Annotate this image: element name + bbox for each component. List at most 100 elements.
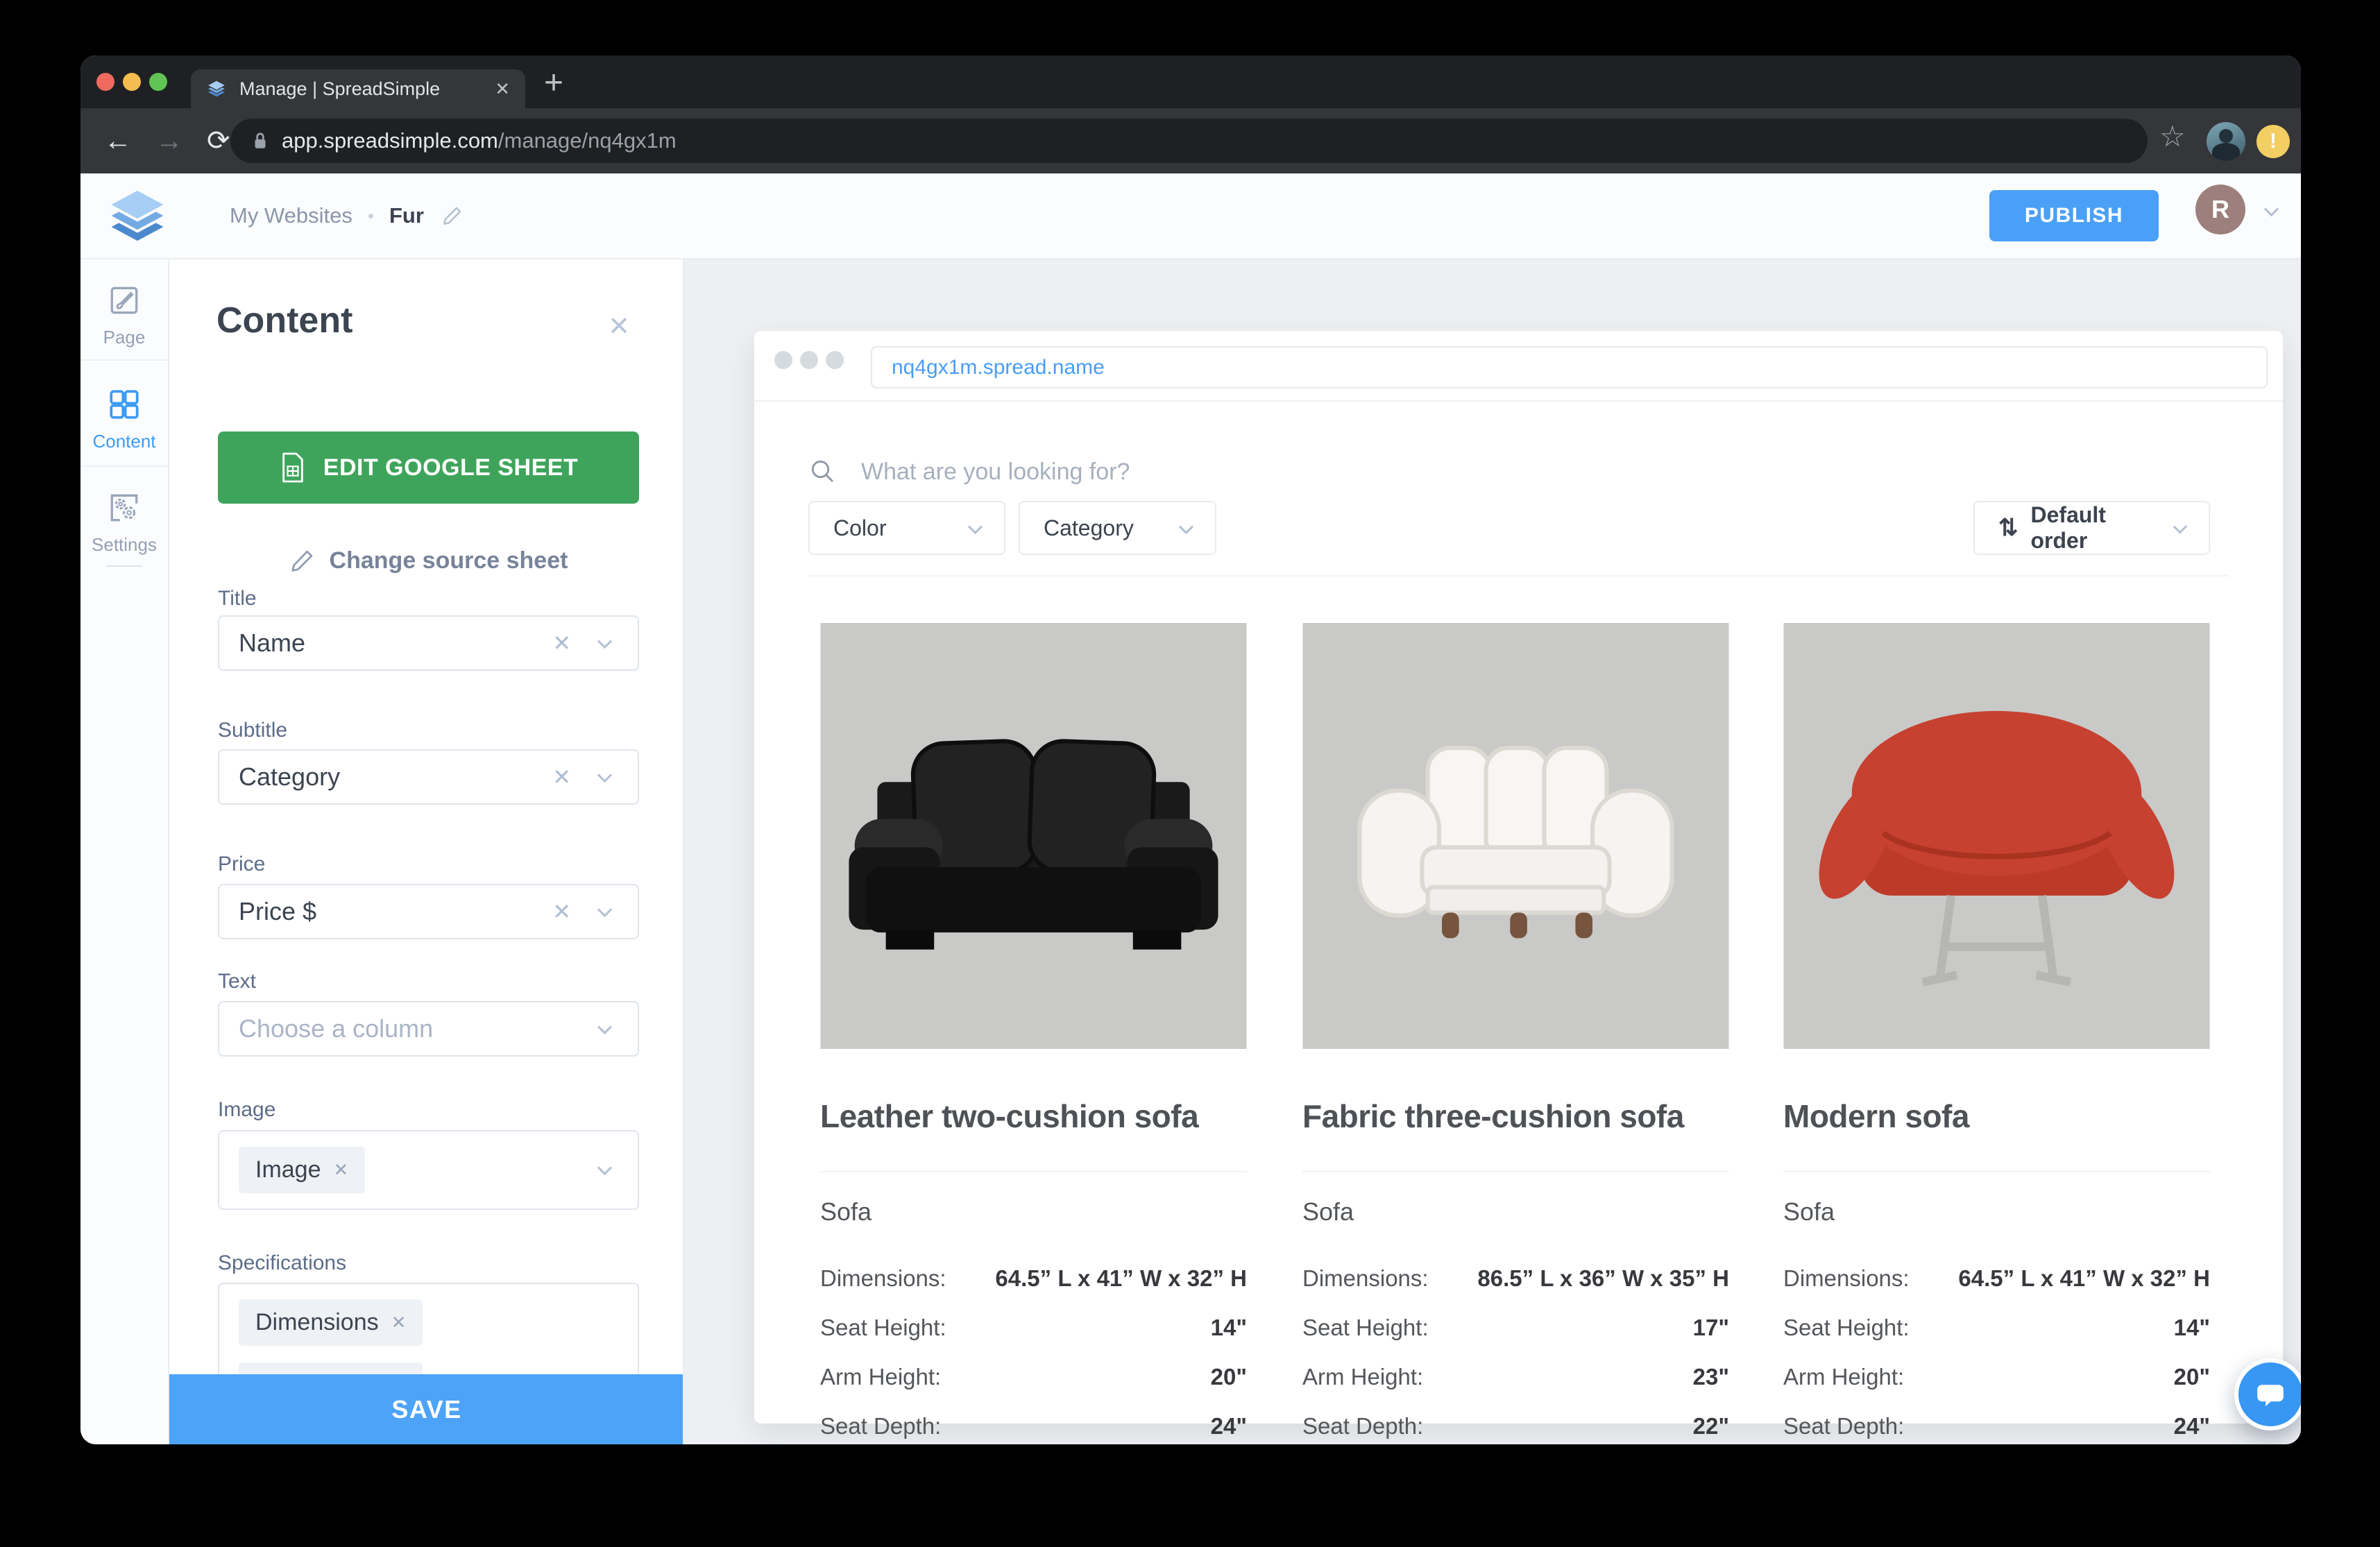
sidebar-item-label: Content bbox=[80, 431, 168, 452]
chevron-down-icon[interactable] bbox=[597, 633, 612, 648]
spec-row: Seat Height: 14" bbox=[1783, 1315, 2210, 1341]
spreadsimple-logo[interactable] bbox=[104, 186, 171, 246]
spec-row: Dimensions: 86.5” L x 36” W x 35” H bbox=[1302, 1265, 1729, 1292]
content-panel: Content ✕ EDIT GOOGLE SHEET Change sourc… bbox=[169, 259, 684, 1444]
panel-close-icon[interactable]: ✕ bbox=[608, 311, 630, 342]
user-avatar[interactable]: R bbox=[2195, 185, 2245, 234]
spec-row: Seat Depth: 24" bbox=[1783, 1413, 2210, 1439]
browser-update-badge[interactable]: ! bbox=[2256, 125, 2290, 158]
product-specs: Dimensions: 64.5” L x 41” W x 32” H Seat… bbox=[820, 1265, 1247, 1439]
price-column-select[interactable]: Price $ ✕ bbox=[218, 884, 639, 939]
product-divider bbox=[1302, 1171, 1729, 1172]
product-divider bbox=[1783, 1171, 2210, 1172]
spec-row: Seat Height: 14" bbox=[820, 1315, 1247, 1341]
spreadsheet-icon bbox=[279, 451, 307, 484]
search-placeholder: What are you looking for? bbox=[861, 459, 1130, 486]
preview-window-dot bbox=[826, 351, 844, 369]
clear-icon[interactable]: ✕ bbox=[552, 898, 571, 925]
user-menu-chevron-down-icon[interactable] bbox=[2264, 202, 2279, 216]
desktop-background: Manage | SpreadSimple ✕ + ← → ⟳ app.spre… bbox=[0, 0, 2380, 1547]
specifications-tag-dimensions: Dimensions ✕ bbox=[239, 1299, 423, 1346]
text-column-select[interactable]: Choose a column bbox=[218, 1001, 639, 1057]
product-title[interactable]: Fabric three-cushion sofa bbox=[1302, 1097, 1729, 1135]
product-photo-red-modern-sofa[interactable] bbox=[1783, 623, 2210, 1049]
preview-url-bar[interactable]: nq4gx1m.spread.name bbox=[871, 346, 2268, 388]
sidebar-item-content[interactable]: Content bbox=[80, 362, 168, 467]
mac-close-button[interactable] bbox=[96, 73, 114, 91]
sort-order-dropdown[interactable]: ⇅ Default order bbox=[1973, 501, 2210, 555]
breadcrumb-separator: • bbox=[368, 205, 374, 227]
product-card[interactable]: Fabric three-cushion sofa Sofa Dimension… bbox=[1302, 623, 1729, 1439]
product-category: Sofa bbox=[1302, 1197, 1729, 1227]
text-column-placeholder: Choose a column bbox=[239, 1014, 433, 1043]
title-column-select[interactable]: Name ✕ bbox=[218, 615, 639, 671]
tag-remove-icon[interactable]: ✕ bbox=[391, 1312, 407, 1333]
chevron-down-icon[interactable] bbox=[597, 767, 612, 782]
subtitle-column-select[interactable]: Category ✕ bbox=[218, 749, 639, 805]
product-title[interactable]: Modern sofa bbox=[1783, 1097, 2210, 1135]
product-title[interactable]: Leather two-cushion sofa bbox=[820, 1097, 1247, 1135]
mac-minimize-button[interactable] bbox=[123, 73, 141, 91]
sidebar-item-label: Settings bbox=[80, 534, 168, 556]
browser-tab[interactable]: Manage | SpreadSimple ✕ bbox=[191, 69, 525, 108]
chevron-down-icon[interactable] bbox=[597, 902, 612, 916]
change-source-sheet-link[interactable]: Change source sheet bbox=[218, 544, 639, 577]
sidebar-item-settings[interactable]: Settings bbox=[80, 468, 168, 565]
site-preview-frame: nq4gx1m.spread.name What are you looking… bbox=[754, 331, 2283, 1424]
chevron-down-icon[interactable] bbox=[597, 1161, 612, 1175]
product-category: Sofa bbox=[820, 1197, 1247, 1227]
mac-zoom-button[interactable] bbox=[149, 73, 167, 91]
tab-close-icon[interactable]: ✕ bbox=[495, 78, 510, 100]
reload-icon[interactable]: ⟳ bbox=[207, 125, 230, 157]
edit-site-name-pencil-icon[interactable] bbox=[441, 204, 464, 228]
field-label-price: Price bbox=[218, 853, 265, 876]
clear-icon[interactable]: ✕ bbox=[552, 630, 571, 656]
tab-title: Manage | SpreadSimple bbox=[239, 78, 495, 100]
image-column-select[interactable]: Image ✕ bbox=[218, 1130, 639, 1210]
url-host: app.spreadsimple.com bbox=[282, 128, 498, 153]
product-category: Sofa bbox=[1783, 1197, 2210, 1227]
filter-category-dropdown[interactable]: Category bbox=[1019, 501, 1216, 555]
site-search[interactable]: What are you looking for? bbox=[808, 447, 1130, 496]
edit-google-sheet-label: EDIT GOOGLE SHEET bbox=[323, 454, 578, 481]
clear-icon[interactable]: ✕ bbox=[552, 764, 571, 790]
tab-strip: Manage | SpreadSimple ✕ + bbox=[80, 55, 2301, 108]
breadcrumb-my-websites[interactable]: My Websites bbox=[230, 203, 352, 228]
chevron-down-icon bbox=[2173, 520, 2187, 534]
image-column-tag: Image ✕ bbox=[239, 1147, 365, 1193]
back-icon[interactable]: ← bbox=[104, 126, 132, 157]
filter-color-dropdown[interactable]: Color bbox=[808, 501, 1005, 555]
forward-icon[interactable]: → bbox=[155, 126, 183, 157]
sidebar-item-label: Page bbox=[80, 327, 168, 348]
address-bar[interactable]: app.spreadsimple.com /manage/nq4gx1m bbox=[230, 119, 2148, 163]
product-card[interactable]: Modern sofa Sofa Dimensions: 64.5” L x 4… bbox=[1783, 623, 2210, 1439]
panel-title: Content bbox=[216, 300, 352, 341]
change-source-sheet-label: Change source sheet bbox=[330, 547, 568, 574]
preview-site-url[interactable]: nq4gx1m.spread.name bbox=[892, 356, 1105, 379]
editor-sidebar: Page Content bbox=[80, 259, 169, 1444]
browser-profile-avatar[interactable] bbox=[2207, 122, 2245, 161]
save-button[interactable]: SAVE bbox=[169, 1374, 684, 1444]
spec-row: Seat Height: 17" bbox=[1302, 1315, 1729, 1341]
field-label-title: Title bbox=[218, 587, 257, 610]
bookmark-star-icon[interactable]: ☆ bbox=[2159, 119, 2186, 153]
chat-widget-button[interactable] bbox=[2234, 1358, 2301, 1430]
preview-divider bbox=[754, 400, 2283, 402]
edit-google-sheet-button[interactable]: EDIT GOOGLE SHEET bbox=[218, 431, 639, 504]
product-photo-white-fabric-sofa[interactable] bbox=[1302, 623, 1729, 1049]
content-grid-icon bbox=[107, 387, 142, 422]
publish-button[interactable]: PUBLISH bbox=[1989, 190, 2159, 241]
sidebar-item-page[interactable]: Page bbox=[80, 259, 168, 361]
product-photo-black-leather-sofa[interactable] bbox=[820, 623, 1247, 1049]
preview-area: nq4gx1m.spread.name What are you looking… bbox=[684, 259, 2301, 1444]
product-specs: Dimensions: 86.5” L x 36” W x 35” H Seat… bbox=[1302, 1265, 1729, 1439]
spec-row: Dimensions: 64.5” L x 41” W x 32” H bbox=[1783, 1265, 2210, 1292]
product-specs: Dimensions: 64.5” L x 41” W x 32” H Seat… bbox=[1783, 1265, 2210, 1439]
new-tab-button[interactable]: + bbox=[544, 64, 563, 102]
chevron-down-icon[interactable] bbox=[597, 1019, 612, 1034]
sort-arrows-icon: ⇅ bbox=[1998, 514, 2018, 542]
sidebar-divider bbox=[106, 565, 142, 567]
product-card[interactable]: Leather two-cushion sofa Sofa Dimensions… bbox=[820, 623, 1247, 1439]
tag-remove-icon[interactable]: ✕ bbox=[334, 1159, 349, 1181]
spreadsimple-favicon bbox=[206, 79, 227, 99]
